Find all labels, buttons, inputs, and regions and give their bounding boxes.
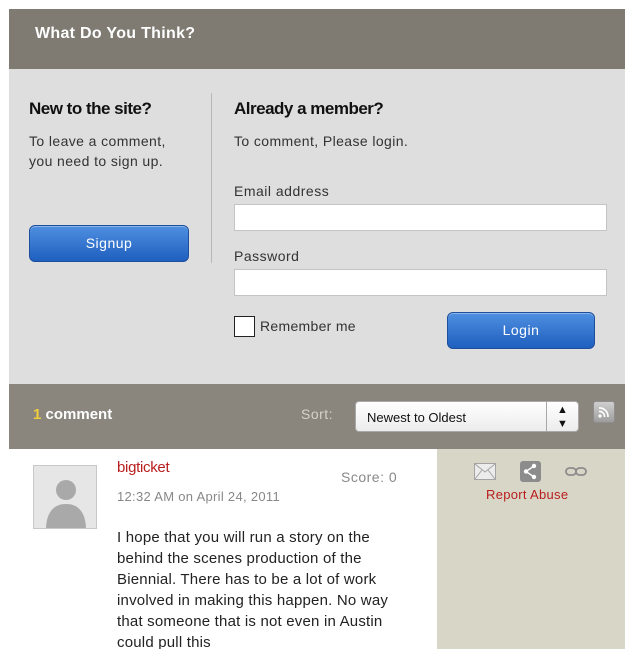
share-glyph xyxy=(523,463,537,480)
signup-button[interactable]: Signup xyxy=(29,225,189,262)
new-user-title: New to the site? xyxy=(29,99,152,118)
sort-label: Sort: xyxy=(301,406,334,422)
comment-date: April 24, 2011 xyxy=(196,489,280,504)
report-abuse-link[interactable]: Report Abuse xyxy=(486,487,568,502)
login-area: New to the site? To leave a comment, you… xyxy=(9,69,625,384)
member-title: Already a member? xyxy=(234,99,384,118)
comment-count-number: 1 xyxy=(33,406,42,423)
link-icon[interactable] xyxy=(565,466,587,478)
member-text: To comment, Please login. xyxy=(234,133,409,149)
comment-actions: Report Abuse xyxy=(437,449,625,649)
sort-selected-value[interactable]: Newest to Oldest xyxy=(367,410,466,425)
comments-bar: 1 comment Sort: Newest to Oldest ▲ ▼ xyxy=(9,384,625,449)
comment-count: 1 comment xyxy=(33,406,112,423)
comment-count-label: comment xyxy=(45,406,113,423)
comment-username[interactable]: bigticket xyxy=(117,459,170,476)
sort-arrows-icon[interactable]: ▲ ▼ xyxy=(546,402,578,431)
person-silhouette-icon xyxy=(33,465,97,529)
comments-widget: What Do You Think? New to the site? To l… xyxy=(9,9,625,649)
comment-item: bigticket Score: 0 12:32 AM on April 24,… xyxy=(9,449,437,649)
email-input[interactable] xyxy=(234,204,607,231)
remember-me-label[interactable]: Remember me xyxy=(260,318,356,334)
comment-time: 12:32 AM xyxy=(117,489,175,504)
comment-timestamp: 12:32 AM on April 24, 2011 xyxy=(117,489,280,504)
widget-title: What Do You Think? xyxy=(35,25,196,42)
new-user-text: To leave a comment, you need to sign up. xyxy=(29,133,166,169)
rss-icon[interactable] xyxy=(593,401,615,423)
section-divider xyxy=(211,93,212,263)
login-button[interactable]: Login xyxy=(447,312,595,349)
share-icon[interactable] xyxy=(520,461,541,482)
comment-score: Score: 0 xyxy=(341,469,398,485)
sort-select[interactable]: Newest to Oldest ▲ ▼ xyxy=(355,401,579,432)
remember-me-checkbox[interactable] xyxy=(234,316,255,337)
widget-header: What Do You Think? xyxy=(9,9,625,69)
email-label: Email address xyxy=(234,183,330,199)
comment-body: I hope that you will run a story on the … xyxy=(117,529,389,649)
comment-date-prefix: on xyxy=(178,489,194,504)
password-input[interactable] xyxy=(234,269,607,296)
rss-glyph xyxy=(598,407,609,418)
avatar-silhouette xyxy=(34,466,96,528)
password-label: Password xyxy=(234,248,300,264)
mail-icon[interactable] xyxy=(474,463,496,480)
